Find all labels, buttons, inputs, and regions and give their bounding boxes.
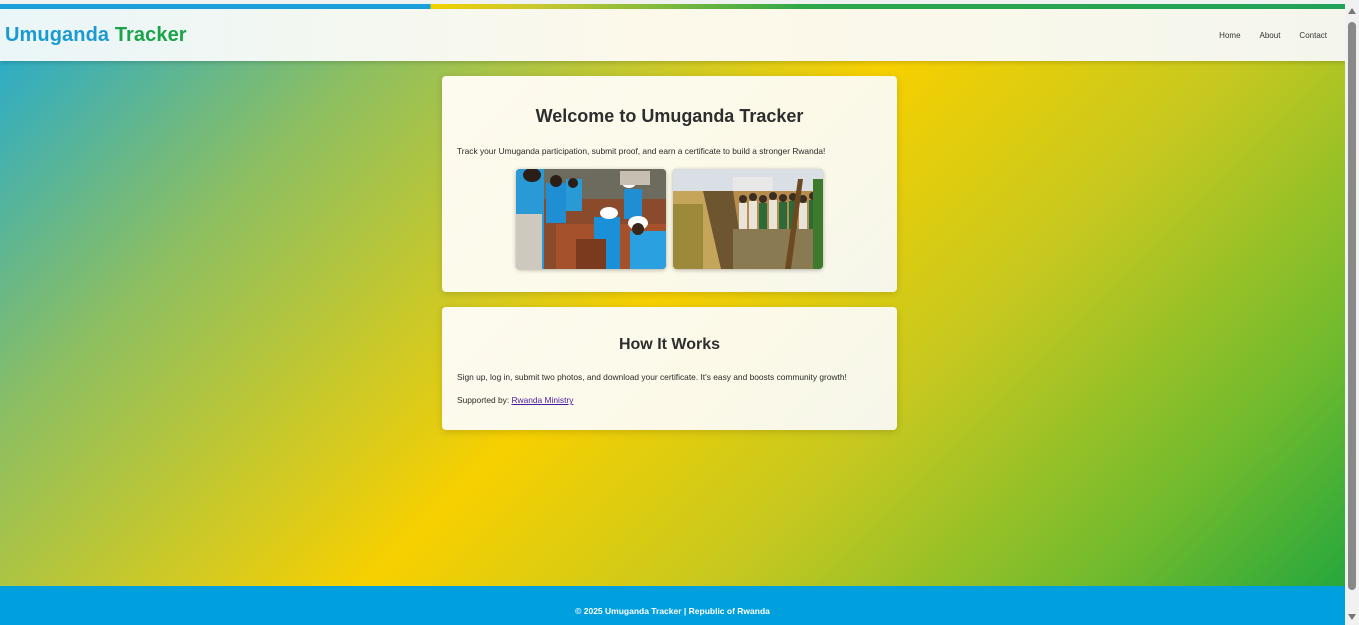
brand-part1: Umuganda xyxy=(5,23,110,46)
footer-text: © 2025 Umuganda Tracker | Republic of Rw… xyxy=(575,605,770,616)
photo-community-trench xyxy=(673,169,823,269)
supported-label: Supported by: xyxy=(457,395,510,405)
scroll-down-icon[interactable] xyxy=(1348,614,1356,620)
supported-by: Supported by: Rwanda Ministry xyxy=(457,395,882,405)
photo-volunteers-digging xyxy=(516,169,666,269)
photo-gallery xyxy=(457,169,882,269)
site-footer: © 2025 Umuganda Tracker | Republic of Rw… xyxy=(0,586,1345,625)
site-header: Umuganda Tracker Home About Contact xyxy=(0,9,1345,61)
how-text: Sign up, log in, submit two photos, and … xyxy=(457,372,847,382)
page-scrollbar[interactable] xyxy=(1345,0,1359,625)
welcome-card: Welcome to Umuganda Tracker Track your U… xyxy=(442,76,897,292)
brand-logo[interactable]: Umuganda Tracker xyxy=(5,24,187,47)
nav-about[interactable]: About xyxy=(1260,31,1281,40)
how-title: How It Works xyxy=(618,336,721,353)
nav-contact[interactable]: Contact xyxy=(1299,31,1327,40)
welcome-text: Track your Umuganda participation, submi… xyxy=(457,146,826,156)
brand-part2: Tracker xyxy=(114,23,187,46)
scroll-up-icon[interactable] xyxy=(1348,8,1356,14)
how-it-works-card: How It Works Sign up, log in, submit two… xyxy=(442,307,897,430)
main-nav: Home About Contact xyxy=(1200,31,1327,40)
nav-home[interactable]: Home xyxy=(1219,31,1240,40)
welcome-title: Welcome to Umuganda Tracker xyxy=(535,106,804,126)
scroll-thumb[interactable] xyxy=(1348,22,1356,590)
ministry-link[interactable]: Rwanda Ministry xyxy=(511,395,573,405)
